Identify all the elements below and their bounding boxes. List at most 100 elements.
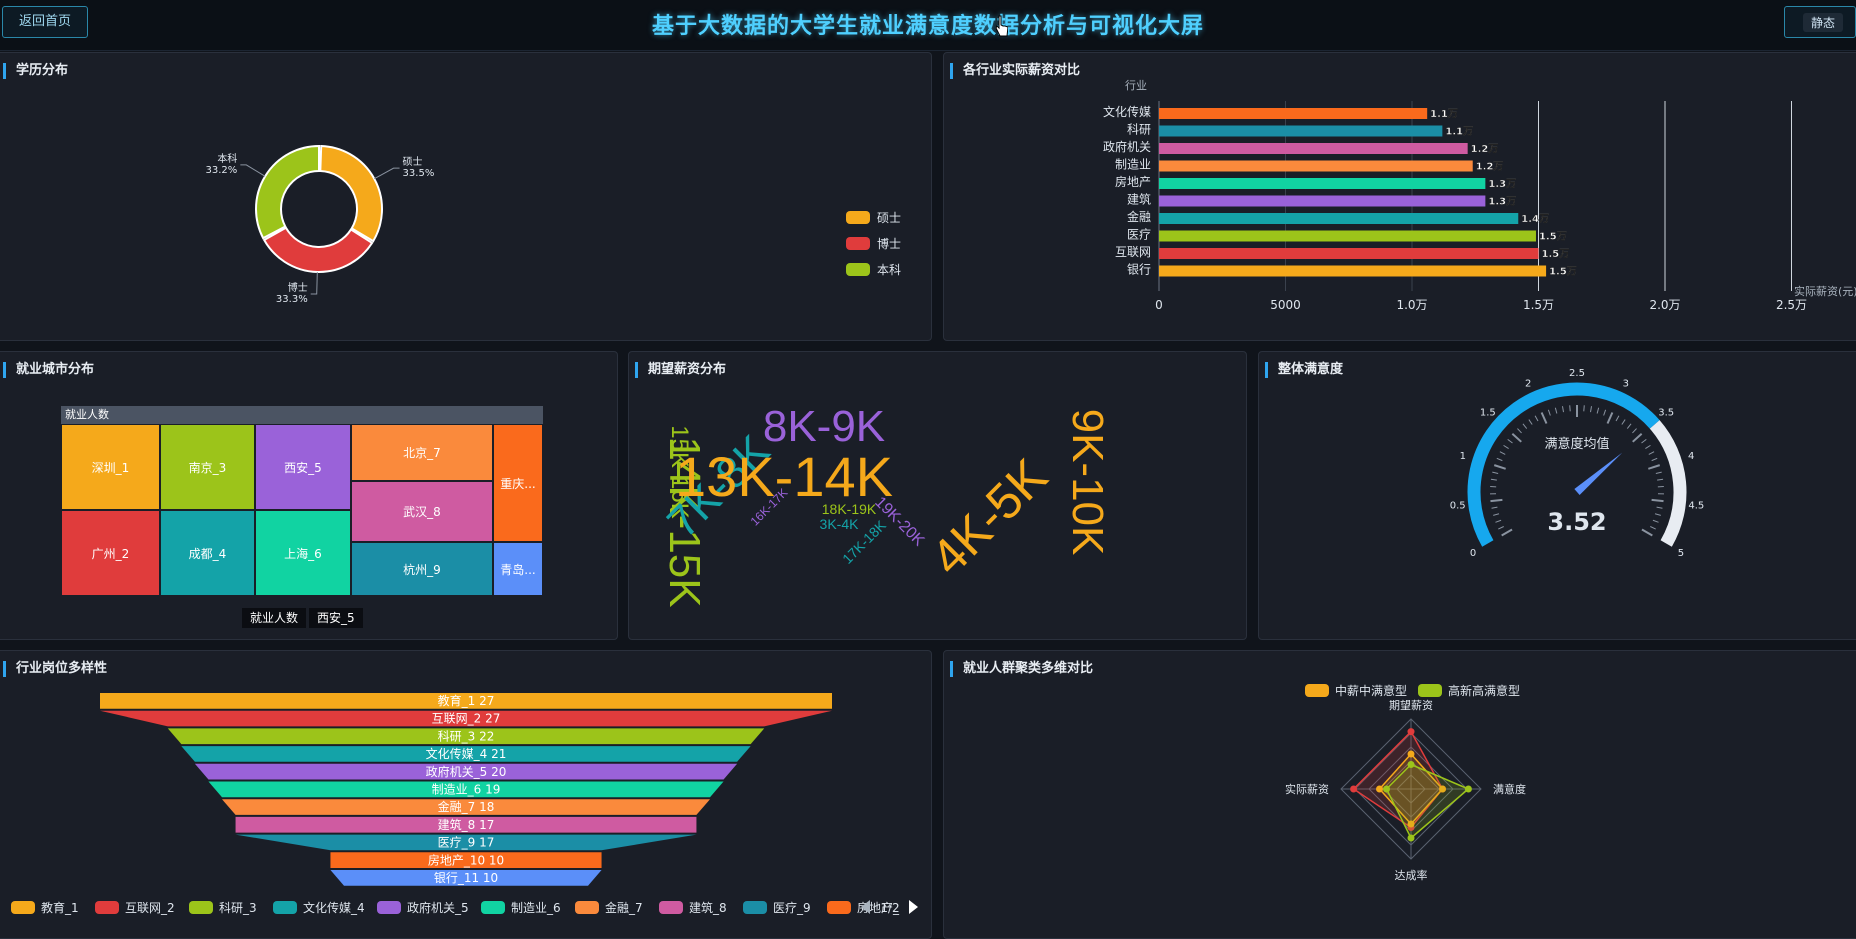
- gauge-tick: [1583, 405, 1585, 412]
- treemap-cell[interactable]: 杭州_9: [351, 542, 493, 596]
- treemap-breadcrumb-root[interactable]: 就业人数: [242, 608, 307, 628]
- funnel-legend-swatch: [273, 901, 297, 914]
- radar-point: [1376, 785, 1383, 793]
- static-toggle-button[interactable]: 静态: [1784, 6, 1856, 38]
- funnel-legend-label: 互联网_2: [125, 901, 175, 915]
- gauge-tick: [1495, 519, 1502, 523]
- funnel-label: 教育_1 27: [438, 693, 495, 708]
- treemap-cell[interactable]: 南京_3: [160, 424, 255, 510]
- gauge-tick: [1632, 428, 1637, 434]
- wordcloud-word: 18K-19K: [821, 501, 877, 517]
- x-tick-label: 2.5万: [1776, 298, 1807, 312]
- gauge-tick: [1651, 498, 1664, 503]
- gauge-needle: [1574, 452, 1623, 496]
- gauge-tick: [1596, 407, 1600, 414]
- funnel-label: 政府机关_5 20: [426, 764, 507, 779]
- funnel-legend-swatch: [481, 901, 505, 914]
- wordcloud-word: 13K-14K: [675, 445, 893, 508]
- funnel-label: 制造业_6 19: [432, 783, 501, 797]
- funnel-legend-swatch: [827, 901, 851, 914]
- legend-label: 硕士: [877, 211, 901, 225]
- pie-label-value: 33.3%: [276, 294, 308, 305]
- pie-label-name: 硕士: [403, 155, 423, 168]
- gauge-tick-label: 3.5: [1658, 408, 1674, 419]
- city-title: 就业城市分布: [3, 362, 94, 378]
- gauge-tick: [1522, 423, 1528, 429]
- gauge-tick-label: 3: [1623, 378, 1629, 389]
- radar-point: [1407, 750, 1415, 758]
- funnel-legend-label: 政府机关_5: [407, 900, 469, 915]
- salary-bar: [1159, 143, 1468, 154]
- bar-category-label: 银行: [1127, 263, 1151, 277]
- satisfaction-gauge: 0 0.5 1 1.5 2 2.5 3 3.5 4 4.5 5 满意度均值 3.52: [1450, 368, 1705, 559]
- treemap-cell[interactable]: 成都_4: [160, 510, 255, 596]
- treemap-cell[interactable]: 深圳_1: [61, 424, 160, 510]
- bar-category-label: 金融: [1127, 209, 1151, 224]
- funnel-legend-swatch: [659, 901, 683, 914]
- gauge-tick-label: 0: [1470, 548, 1476, 559]
- bar-category-label: 文化传媒: [1103, 104, 1151, 119]
- bar-value-label: 1.2万: [1476, 161, 1504, 173]
- radar-legend-label: 高新高满意型: [1448, 683, 1520, 698]
- treemap-cell[interactable]: 重庆...: [493, 424, 543, 542]
- radar-point: [1383, 785, 1390, 793]
- gauge-tick: [1561, 406, 1564, 413]
- salary-bar: [1159, 265, 1547, 277]
- treemap-cell[interactable]: 上海_6: [255, 510, 351, 596]
- funnel-label: 医疗_9 17: [438, 836, 495, 850]
- pie-leader-line: [374, 167, 400, 180]
- bar-value-label: 1.2万: [1471, 143, 1499, 155]
- salary-bar: [1159, 248, 1539, 259]
- hand-cursor-icon: [996, 15, 1008, 37]
- gauge-tick: [1569, 405, 1571, 412]
- gauge-tick: [1648, 464, 1661, 470]
- funnel-legend-swatch: [575, 901, 599, 914]
- funnel-legend-swatch: [743, 901, 767, 914]
- pie-label-name: 本科: [217, 152, 237, 165]
- gauge-tick: [1511, 433, 1522, 443]
- pie-leader-line: [240, 164, 266, 177]
- funnel-legend-swatch: [95, 901, 119, 914]
- gauge-tick: [1645, 444, 1651, 450]
- bar-category-label: 科研: [1127, 123, 1151, 137]
- bar-category-label: 制造业: [1115, 158, 1151, 172]
- funnel-legend-label: 金融_7: [605, 900, 643, 915]
- x-tick-label: 1.5万: [1523, 298, 1554, 312]
- gauge-tick: [1657, 478, 1664, 481]
- gauge-tick: [1654, 513, 1661, 516]
- funnel-label: 房地产_10 10: [428, 852, 504, 867]
- salary-bar: [1159, 178, 1486, 189]
- gauge-tick: [1507, 439, 1513, 444]
- x-tick-label: 0: [1155, 298, 1163, 312]
- gauge-tick: [1655, 471, 1662, 474]
- salary-bar: [1159, 213, 1519, 224]
- treemap-root-header[interactable]: 就业人数: [61, 406, 543, 424]
- treemap-cell[interactable]: 广州_2: [61, 510, 160, 596]
- bar-category-label: 政府机关: [1103, 139, 1151, 154]
- treemap-cell[interactable]: 北京_7: [351, 424, 493, 481]
- radar-indicator-label: 满意度: [1493, 782, 1526, 796]
- gauge-tick: [1517, 428, 1522, 434]
- legend-swatch: [846, 263, 870, 276]
- gauge-tick-label: 5: [1678, 548, 1684, 559]
- bar-value-label: 1.5万: [1542, 248, 1570, 260]
- gauge-tick: [1590, 406, 1593, 413]
- treemap-breadcrumb-current[interactable]: 西安_5: [309, 608, 363, 628]
- funnel-legend-swatch: [377, 901, 401, 914]
- gauge-tick: [1648, 451, 1655, 455]
- bar-value-label: 1.3万: [1488, 178, 1516, 190]
- treemap-cell[interactable]: 西安_5: [255, 424, 351, 510]
- wordcloud-word: 3K-4K: [819, 516, 859, 532]
- bar-category-label: 互联网: [1115, 245, 1151, 259]
- gauge-tick: [1498, 526, 1504, 530]
- bar-value-label: 1.3万: [1488, 196, 1516, 208]
- gauge-tick-label: 4.5: [1688, 501, 1704, 512]
- funnel-legend-swatch: [189, 901, 213, 914]
- salary-bar: [1159, 160, 1473, 172]
- treemap-cell[interactable]: 青岛...: [493, 542, 543, 596]
- funnel-legend-label: 医疗_9: [773, 901, 811, 915]
- funnel-label: 科研_3 22: [438, 729, 495, 743]
- bar-value-label: 1.4万: [1521, 213, 1549, 225]
- treemap-cell[interactable]: 武汉_8: [351, 481, 493, 542]
- funnel-legend-label: 科研_3: [219, 901, 257, 915]
